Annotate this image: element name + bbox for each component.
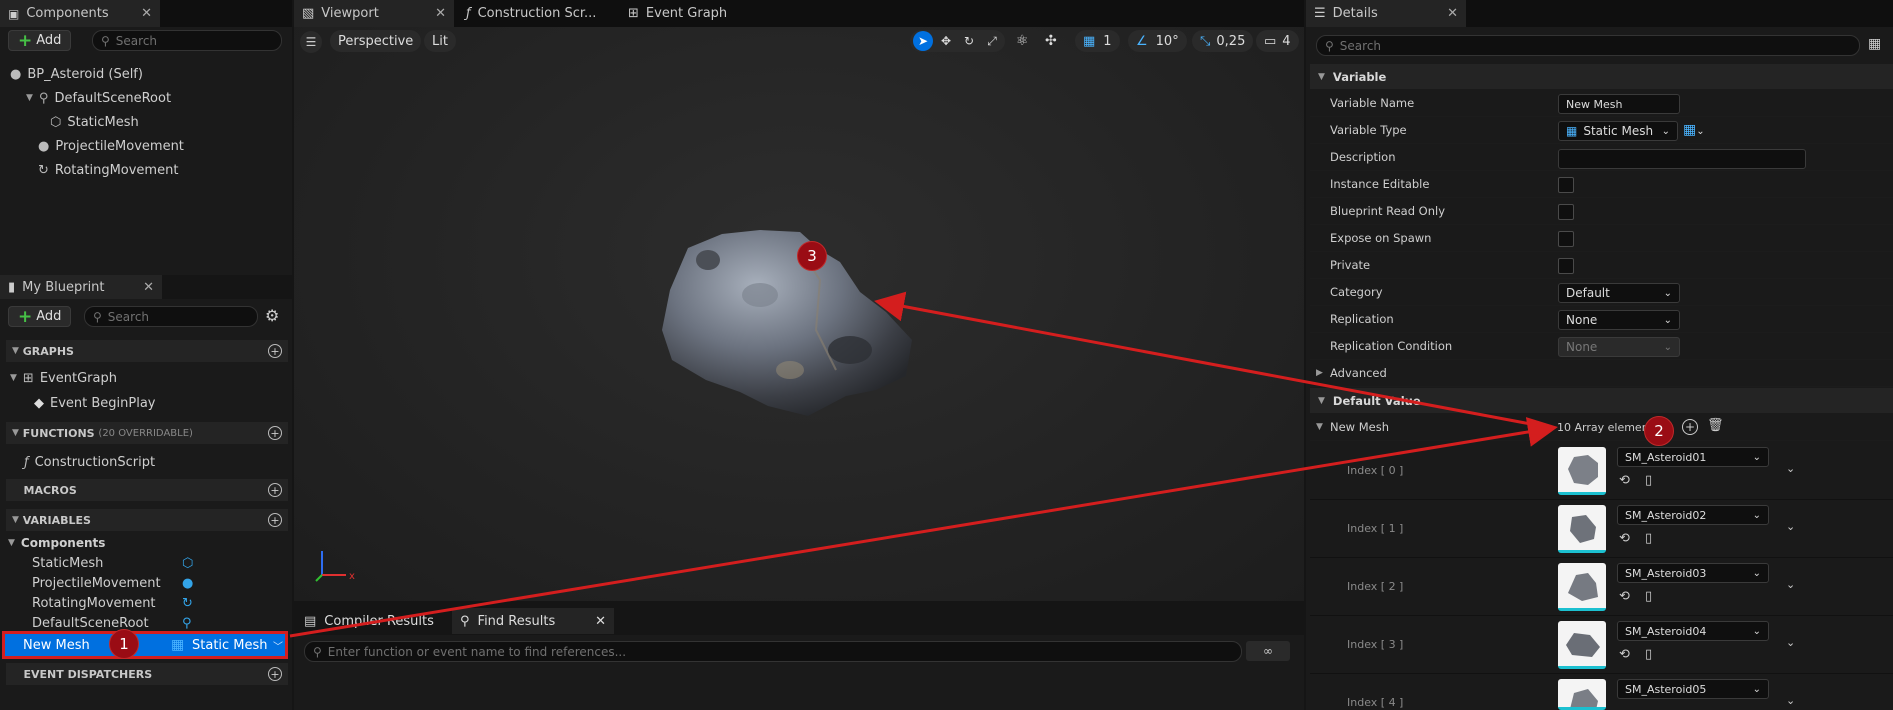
annotation-arrows (289, 291, 1558, 638)
arrow-1-to-2 (289, 417, 1558, 638)
arrow-2-to-3 (874, 291, 1553, 430)
marker-2: 2 (1644, 416, 1674, 446)
marker-3: 3 (797, 241, 827, 271)
marker-1: 1 (109, 629, 139, 659)
